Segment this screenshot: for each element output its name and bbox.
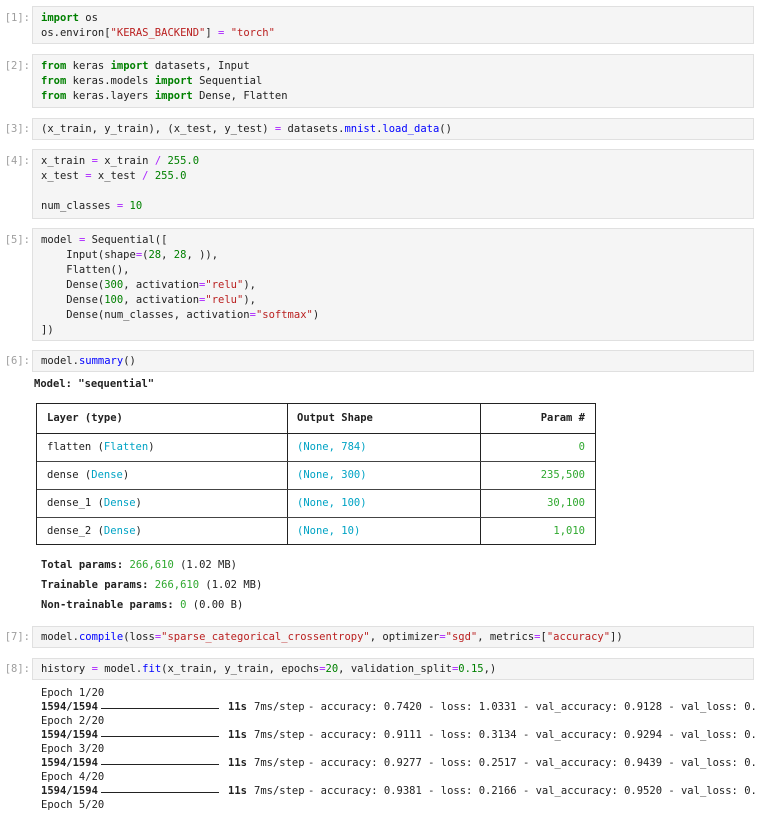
progress-bar xyxy=(101,708,219,709)
step-count: 1594/1594 xyxy=(41,757,98,769)
code-editor[interactable]: model.compile(loss="sparse_categorical_c… xyxy=(32,626,754,648)
layer-cell: dense_2 (Dense) xyxy=(47,525,142,537)
shape-cell: (None, 10) xyxy=(297,525,361,537)
code-editor[interactable]: from keras import datasets, Input from k… xyxy=(32,54,754,108)
progress-bar xyxy=(101,792,219,793)
epoch-label: Epoch 1/20 xyxy=(41,687,105,699)
code-line: history = model.fit(x_train, y_train, ep… xyxy=(41,663,497,675)
epoch-label: Epoch 2/20 xyxy=(41,715,105,727)
epoch-label: Epoch 3/20 xyxy=(41,743,105,755)
epoch-label: Epoch 4/20 xyxy=(41,771,105,783)
epoch-time: 11s xyxy=(228,729,247,741)
code-line: num_classes = 10 xyxy=(41,200,143,212)
cell-prompt: [7]: xyxy=(4,631,30,643)
epoch-time: 11s xyxy=(228,785,247,797)
step-count: 1594/1594 xyxy=(41,729,98,741)
code-editor[interactable]: history = model.fit(x_train, y_train, ep… xyxy=(32,658,754,680)
step-count: 1594/1594 xyxy=(41,701,98,713)
total-params: Total params: 266,610 (1.02 MB) xyxy=(41,559,238,571)
code-cell-5[interactable]: [5]: model = Sequential([ Input(shape=(2… xyxy=(0,228,757,341)
layer-cell: dense_1 (Dense) xyxy=(47,497,142,509)
shape-cell: (None, 300) xyxy=(297,469,367,481)
code-cell-8[interactable]: [8]: history = model.fit(x_train, y_trai… xyxy=(0,658,757,680)
step-rate: 7ms/step xyxy=(254,701,305,713)
epoch-time: 11s xyxy=(228,701,247,713)
code-editor[interactable]: model.summary() xyxy=(32,350,754,372)
epoch-time: 11s xyxy=(228,757,247,769)
code-line: Dense(num_classes, activation="softmax") xyxy=(41,309,320,321)
step-rate: 7ms/step xyxy=(254,729,305,741)
param-cell: 1,010 xyxy=(553,525,585,537)
cell-prompt: [5]: xyxy=(4,234,30,246)
cell-prompt: [6]: xyxy=(4,355,30,367)
step-rate: 7ms/step xyxy=(254,757,305,769)
shape-cell: (None, 100) xyxy=(297,497,367,509)
param-cell: 0 xyxy=(578,441,585,453)
column-header: Param # xyxy=(540,412,585,424)
epoch-metrics: - accuracy: 0.9111 - loss: 0.3134 - val_… xyxy=(308,729,757,741)
code-line: ]) xyxy=(41,324,54,336)
code-line: Dense(300, activation="relu"), xyxy=(41,279,256,291)
code-line: model = Sequential([ xyxy=(41,234,168,246)
column-header: Output Shape xyxy=(297,412,373,424)
code-cell-4[interactable]: [4]: x_train = x_train / 255.0 x_test = … xyxy=(0,149,757,219)
code-line: (x_train, y_train), (x_test, y_test) = d… xyxy=(41,123,452,135)
epoch-metrics: - accuracy: 0.9381 - loss: 0.2166 - val_… xyxy=(308,785,757,797)
code-line: import os xyxy=(41,12,98,24)
code-line: x_test = x_test / 255.0 xyxy=(41,170,187,182)
step-count: 1594/1594 xyxy=(41,785,98,797)
nontrainable-params: Non-trainable params: 0 (0.00 B) xyxy=(41,599,244,611)
shape-cell: (None, 784) xyxy=(297,441,367,453)
code-editor[interactable]: (x_train, y_train), (x_test, y_test) = d… xyxy=(32,118,754,140)
model-summary-table: Layer (type) Output Shape Param # flatte… xyxy=(36,403,596,545)
cell-prompt: [3]: xyxy=(4,123,30,135)
layer-cell: flatten (Flatten) xyxy=(47,441,155,453)
param-cell: 235,500 xyxy=(540,469,585,481)
code-line: Input(shape=(28, 28, )), xyxy=(41,249,219,261)
code-cell-3[interactable]: [3]: (x_train, y_train), (x_test, y_test… xyxy=(0,118,757,140)
progress-bar xyxy=(101,764,219,765)
code-line: x_train = x_train / 255.0 xyxy=(41,155,200,167)
code-cell-2[interactable]: [2]: from keras import datasets, Input f… xyxy=(0,54,757,108)
code-line: Flatten(), xyxy=(41,264,130,276)
code-line: os.environ["KERAS_BACKEND"] = "torch" xyxy=(41,27,275,39)
epoch-metrics: - accuracy: 0.7420 - loss: 1.0331 - val_… xyxy=(308,701,757,713)
step-rate: 7ms/step xyxy=(254,785,305,797)
cell-prompt: [8]: xyxy=(4,663,30,675)
code-editor[interactable]: model = Sequential([ Input(shape=(28, 28… xyxy=(32,228,754,341)
code-editor[interactable]: x_train = x_train / 255.0 x_test = x_tes… xyxy=(32,149,754,219)
cell-prompt: [1]: xyxy=(4,12,30,24)
epoch-metrics: - accuracy: 0.9277 - loss: 0.2517 - val_… xyxy=(308,757,757,769)
code-editor[interactable]: import os os.environ["KERAS_BACKEND"] = … xyxy=(32,6,754,44)
column-header: Layer (type) xyxy=(47,412,123,424)
epoch-label: Epoch 5/20 xyxy=(41,799,105,811)
progress-bar xyxy=(101,736,219,737)
param-cell: 30,100 xyxy=(547,497,585,509)
layer-cell: dense (Dense) xyxy=(47,469,130,481)
code-line: from keras.models import Sequential xyxy=(41,75,263,87)
code-line: Dense(100, activation="relu"), xyxy=(41,294,256,306)
cell-prompt: [2]: xyxy=(4,60,30,72)
code-cell-1[interactable]: [1]: import os os.environ["KERAS_BACKEND… xyxy=(0,6,757,44)
code-line: from keras import datasets, Input xyxy=(41,60,250,72)
code-line: model.compile(loss="sparse_categorical_c… xyxy=(41,631,623,643)
code-line: model.summary() xyxy=(41,355,136,367)
model-title: Model: "sequential" xyxy=(34,378,155,390)
code-cell-6[interactable]: [6]: model.summary() xyxy=(0,350,757,372)
code-line: from keras.layers import Dense, Flatten xyxy=(41,90,288,102)
code-cell-7[interactable]: [7]: model.compile(loss="sparse_categori… xyxy=(0,626,757,648)
trainable-params: Trainable params: 266,610 (1.02 MB) xyxy=(41,579,263,591)
cell-prompt: [4]: xyxy=(4,155,30,167)
